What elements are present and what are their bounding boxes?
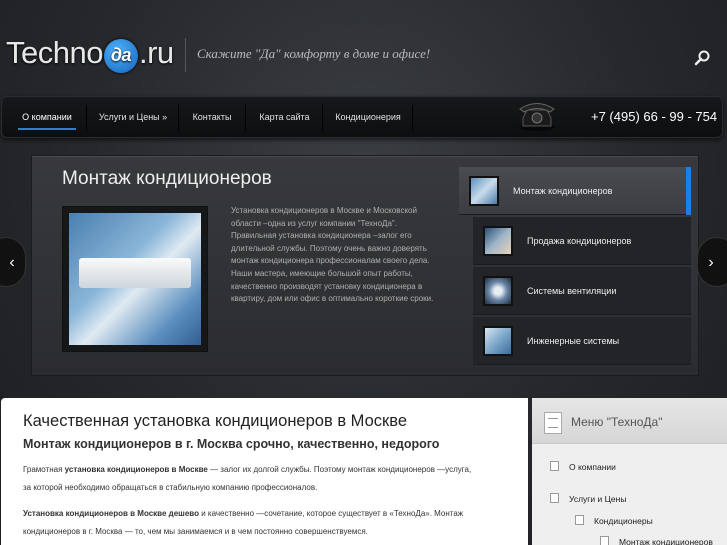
sidebar-item-label: Монтаж кондиционеров (619, 537, 713, 545)
thumb-label: Инженерные системы (527, 336, 620, 346)
phone-number[interactable]: +7 (495) 66 - 99 - 754 (591, 109, 717, 124)
engineering-thumb-icon (483, 326, 513, 356)
text: кондиционеров в г. Москва — то, чем мы з… (23, 527, 368, 536)
bold-text: Установка кондиционеров в Москве дешево (23, 509, 199, 518)
nav-divider (86, 105, 87, 131)
thumb-installation[interactable]: Монтаж кондиционеров (459, 167, 691, 215)
page-icon (550, 461, 559, 471)
thumb-ventilation[interactable]: Системы вентиляции (473, 267, 691, 315)
logo-divider (185, 38, 186, 72)
slide-title: Монтаж кондиционеров (62, 168, 272, 189)
sales-thumb-icon (483, 226, 513, 256)
sidebar-item-conditioners[interactable]: Кондиционеры (575, 515, 653, 526)
text: — залог их долгой службы. Поэтому монтаж… (207, 465, 472, 474)
nav-item-sitemap[interactable]: Карта сайта (252, 97, 317, 137)
sidebar-title: Меню "ТехноДа" (571, 415, 663, 429)
site-slogan: Скажите "Да" комфорту в доме и офисе! (197, 46, 431, 61)
sidebar-item-installation[interactable]: Монтаж кондиционеров (600, 536, 713, 545)
sidebar-item-label: О компании (569, 462, 616, 472)
thumb-label: Системы вентиляции (527, 286, 617, 296)
text: и качественно —сочетание, которое сущест… (199, 509, 464, 518)
page-icon (575, 515, 584, 525)
nav-item-about[interactable]: О компании (14, 97, 80, 137)
sidebar-item-about[interactable]: О компании (550, 461, 616, 472)
site-logo[interactable]: Techno да .ru (6, 35, 174, 73)
nav-divider (412, 105, 413, 131)
logo-da-badge: да (103, 39, 138, 73)
sidebar-item-services[interactable]: Услуги и Цены (550, 493, 626, 504)
search-icon[interactable] (694, 50, 710, 66)
paragraph-2: Установка кондиционеров в Москве дешево … (23, 505, 511, 541)
text: Грамотная (23, 465, 65, 474)
telephone-icon (519, 103, 555, 131)
nav-item-conditioning[interactable]: Кондиционерия (329, 97, 407, 137)
logo-text-left: Techno (6, 35, 103, 70)
slider-thumbnails: Монтаж кондиционеров Продажа кондиционер… (459, 167, 691, 365)
nav-divider (245, 105, 246, 131)
bold-text: установка кондиционеров в Москве (64, 465, 208, 474)
sidebar-menu: Меню "ТехноДа" О компании Услуги и Цены … (532, 398, 727, 545)
sidebar-item-label: Кондиционеры (594, 516, 653, 526)
text: за которой необходимо обращаться в стаби… (23, 483, 318, 492)
sidebar-item-label: Услуги и Цены (569, 494, 627, 504)
main-content: Качественная установка кондиционеров в М… (1, 398, 528, 545)
logo-text-right: .ru (138, 35, 174, 70)
page-subtitle: Монтаж кондиционеров в г. Москва срочно,… (23, 437, 440, 451)
thumb-engineering[interactable]: Инженерные системы (473, 317, 691, 365)
thumb-sales[interactable]: Продажа кондиционеров (473, 217, 691, 265)
slider-prev-arrow-icon[interactable]: ‹ (0, 237, 26, 287)
ventilation-thumb-icon (483, 276, 513, 306)
thumb-label: Монтаж кондиционеров (513, 186, 613, 196)
air-conditioner-photo (69, 213, 201, 345)
document-icon (544, 412, 562, 434)
slide-image (62, 206, 208, 352)
page-icon (550, 493, 559, 503)
slide-description: Установка кондиционеров в Москве и Моско… (231, 206, 434, 304)
installation-thumb-icon (469, 176, 499, 206)
nav-item-services[interactable]: Услуги и Цены » (93, 97, 173, 137)
site-header: Techno да .ru Скажите "Да" комфорту в доме… (0, 0, 727, 95)
nav-item-contacts[interactable]: Контакты (185, 97, 239, 137)
thumb-label: Продажа кондиционеров (527, 236, 632, 246)
paragraph-1: Грамотная установка кондиционеров в Моск… (23, 461, 511, 497)
sidebar-header: Меню "ТехноДа" (532, 398, 727, 444)
page-title: Качественная установка кондиционеров в М… (23, 412, 407, 430)
nav-divider (178, 105, 179, 131)
slider-next-arrow-icon[interactable]: › (697, 237, 727, 287)
page-icon (600, 536, 609, 545)
nav-divider (322, 105, 323, 131)
